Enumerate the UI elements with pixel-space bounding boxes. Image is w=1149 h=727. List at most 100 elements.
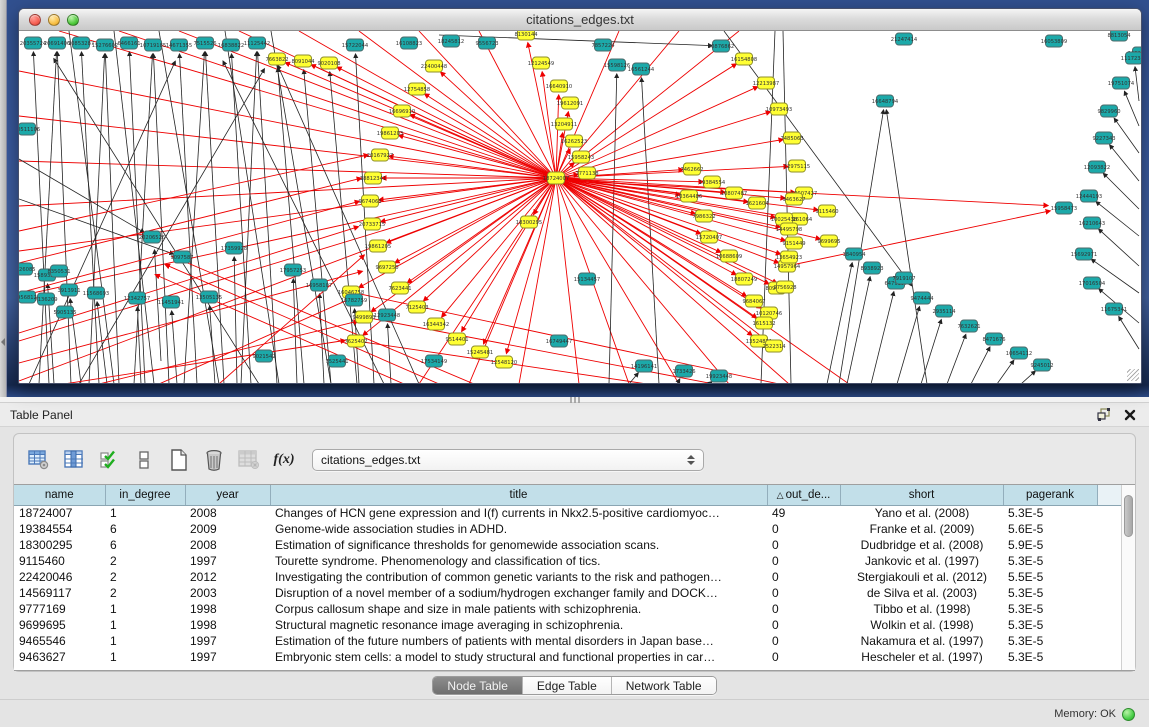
table-row[interactable]: 969969511998Structural magnetic resonanc… — [14, 617, 1122, 633]
graph-node-selected[interactable]: 8091044 — [291, 55, 315, 67]
graph-node[interactable]: 9556723 — [475, 37, 498, 49]
graph-node[interactable]: 14196141 — [631, 360, 657, 372]
graph-node[interactable]: 12444193 — [1076, 190, 1102, 202]
cell-title[interactable]: Embryonic stem cells: a model to study s… — [270, 649, 767, 665]
cell-name[interactable]: 9465546 — [14, 633, 105, 649]
graph-node[interactable]: 15692971 — [1071, 248, 1097, 260]
graph-node-selected[interactable]: 7771138 — [575, 167, 598, 179]
graph-node[interactable]: 15722044 — [342, 39, 369, 51]
graph-node-selected[interactable]: 15958243 — [568, 151, 594, 163]
cell-out_de[interactable]: 0 — [767, 553, 840, 569]
table-row[interactable]: 1456911722003Disruption of a novel membe… — [14, 585, 1122, 601]
cell-in_degree[interactable]: 1 — [105, 649, 185, 665]
cell-short[interactable]: Nakamura et al. (1997) — [840, 633, 1003, 649]
graph-node[interactable]: 6466161 — [117, 37, 140, 49]
cell-pagerank[interactable]: 5.3E-5 — [1003, 505, 1097, 521]
cell-title[interactable]: Genome-wide association studies in ADHD. — [270, 521, 767, 537]
cell-name[interactable]: 18300295 — [14, 537, 105, 553]
graph-node[interactable]: 16053809 — [1041, 35, 1067, 47]
cell-year[interactable]: 2003 — [185, 585, 270, 601]
cell-title[interactable]: Investigating the contribution of common… — [270, 569, 767, 585]
graph-node[interactable]: 8813054 — [1107, 31, 1131, 41]
cell-out_de[interactable]: 0 — [767, 537, 840, 553]
cell-year[interactable]: 1998 — [185, 601, 270, 617]
graph-node-selected[interactable]: 2522314 — [762, 340, 786, 352]
graph-node-selected[interactable]: 22400448 — [421, 60, 447, 72]
cell-short[interactable]: de Silva et al. (2003) — [840, 585, 1003, 601]
cell-in_degree[interactable]: 1 — [105, 617, 185, 633]
cell-pagerank[interactable]: 5.3E-5 — [1003, 633, 1097, 649]
table-row[interactable]: 1938455462009Genome-wide association stu… — [14, 521, 1122, 537]
graph-node[interactable]: 7136209 — [34, 293, 57, 305]
cell-name[interactable]: 14569117 — [14, 585, 105, 601]
column-select-icon[interactable] — [61, 447, 87, 473]
memory-ok-indicator-icon[interactable] — [1122, 708, 1135, 721]
graph-node[interactable]: 1733426 — [672, 365, 695, 377]
graph-node-selected[interactable]: 7125403 — [405, 301, 428, 313]
graph-node[interactable]: 17534149 — [421, 355, 447, 367]
graph-node-selected[interactable]: 9699695 — [817, 235, 840, 247]
column-header-title[interactable]: title — [270, 485, 767, 505]
cell-title[interactable]: Tourette syndrome. Phenomenology and cla… — [270, 553, 767, 569]
graph-node-selected[interactable]: 20167927 — [367, 149, 393, 161]
graph-node-selected[interactable]: 9151449 — [782, 237, 805, 249]
cell-short[interactable]: Hescheler et al. (1997) — [840, 649, 1003, 665]
graph-node[interactable]: 16210643 — [1079, 217, 1105, 229]
panel-split-divider[interactable] — [0, 397, 1149, 403]
graph-node[interactable]: 3913911 — [57, 284, 80, 296]
graph-node-selected[interactable]: 9756928 — [773, 281, 796, 293]
network-graph-canvas[interactable]: 1872400722400448127548581669691019861203… — [19, 31, 1141, 383]
graph-node-selected[interactable]: 18812341 — [360, 172, 386, 184]
cell-pagerank[interactable]: 5.3E-5 — [1003, 585, 1097, 601]
cell-short[interactable]: Jankovic et al. (1997) — [840, 553, 1003, 569]
graph-node[interactable]: 17016504 — [1079, 277, 1106, 289]
citation-network-graph[interactable]: 1872400722400448127548581669691019861203… — [19, 31, 1141, 383]
window-titlebar[interactable]: citations_edges.txt — [19, 9, 1141, 31]
cell-out_de[interactable]: 0 — [767, 617, 840, 633]
cell-short[interactable]: Yano et al. (2008) — [840, 505, 1003, 521]
graph-node[interactable]: 5905135 — [53, 306, 76, 318]
cell-in_degree[interactable]: 6 — [105, 537, 185, 553]
graph-node-selected[interactable]: 20733715 — [359, 218, 385, 230]
graph-node[interactable]: 7919107 — [892, 272, 915, 284]
graph-node-selected[interactable]: 12548120 — [491, 356, 517, 368]
cell-title[interactable]: Disruption of a novel member of a sodium… — [270, 585, 767, 601]
cell-in_degree[interactable]: 6 — [105, 521, 185, 537]
table-mode-icon[interactable] — [26, 447, 52, 473]
cell-title[interactable]: Changes of HCN gene expression and I(f) … — [270, 505, 767, 521]
cell-short[interactable]: Dudbridge et al. (2008) — [840, 537, 1003, 553]
graph-node[interactable]: 18245812 — [438, 35, 464, 47]
cell-year[interactable]: 2008 — [185, 537, 270, 553]
cell-pagerank[interactable]: 5.6E-5 — [1003, 521, 1097, 537]
cell-pagerank[interactable]: 5.3E-5 — [1003, 649, 1097, 665]
graph-node-selected[interactable]: 10973493 — [766, 103, 792, 115]
graph-node[interactable]: 16648794 — [872, 95, 899, 107]
divider-grip-icon[interactable] — [570, 397, 582, 403]
graph-node[interactable]: 16108823 — [396, 37, 422, 49]
cell-out_de[interactable]: 0 — [767, 649, 840, 665]
graph-node[interactable]: 10853287 — [68, 37, 94, 49]
cell-year[interactable]: 2009 — [185, 521, 270, 537]
cell-year[interactable]: 1997 — [185, 553, 270, 569]
cell-title[interactable]: Estimation of significance thresholds fo… — [270, 537, 767, 553]
graph-node-selected[interactable]: 7623441 — [388, 282, 411, 294]
graph-node[interactable]: 15958473 — [1051, 202, 1077, 214]
row-height-icon[interactable] — [131, 447, 157, 473]
graph-node-selected[interactable]: 1621604 — [745, 197, 769, 209]
cell-name[interactable]: 9463627 — [14, 649, 105, 665]
cell-in_degree[interactable]: 2 — [105, 569, 185, 585]
graph-node[interactable]: 14671355 — [166, 39, 192, 51]
graph-node[interactable]: 20876862 — [708, 40, 734, 52]
graph-node-selected[interactable]: 1615132 — [752, 317, 775, 329]
float-window-icon[interactable] — [1095, 407, 1113, 423]
cell-short[interactable]: Franke et al. (2009) — [840, 521, 1003, 537]
table-row[interactable]: 911546021997Tourette syndrome. Phenomeno… — [14, 553, 1122, 569]
graph-node[interactable]: 7525441 — [325, 355, 348, 367]
graph-node[interactable]: 11172345 — [1121, 52, 1141, 64]
graph-node-selected[interactable]: 8130144 — [514, 31, 538, 40]
tab-node-table[interactable]: Node Table — [433, 677, 523, 694]
table-row[interactable]: 1830029562008Estimation of significance … — [14, 537, 1122, 553]
graph-node-selected[interactable]: 19612091 — [557, 97, 583, 109]
close-window-button[interactable] — [29, 14, 41, 26]
graph-node-selected[interactable]: 9020108 — [317, 57, 340, 69]
